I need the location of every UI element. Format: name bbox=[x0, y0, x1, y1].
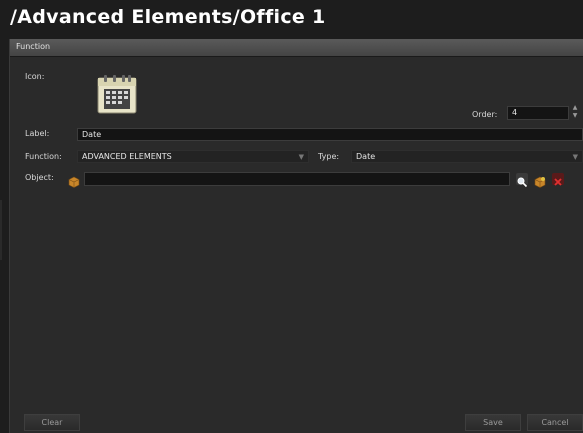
order-input[interactable]: 4 bbox=[507, 106, 569, 120]
type-label: Type: bbox=[318, 152, 340, 161]
window: /Advanced Elements/Office 1 Function Ico… bbox=[0, 0, 583, 433]
search-icon[interactable] bbox=[516, 173, 528, 188]
chevron-down-icon: ▼ bbox=[572, 153, 578, 161]
cancel-button[interactable]: Cancel bbox=[527, 414, 583, 431]
object-label: Object: bbox=[25, 173, 54, 182]
label-input[interactable]: Date bbox=[77, 128, 583, 141]
panel-header: Function bbox=[10, 39, 583, 57]
order-spinner[interactable]: ▲ ▼ bbox=[570, 104, 580, 120]
function-label: Function: bbox=[25, 152, 62, 161]
function-select-value: ADVANCED ELEMENTS bbox=[82, 152, 172, 161]
spinner-up-icon[interactable]: ▲ bbox=[570, 104, 580, 112]
spinner-down-icon[interactable]: ▼ bbox=[570, 112, 580, 120]
package-icon[interactable] bbox=[534, 173, 546, 188]
save-button[interactable]: Save bbox=[465, 414, 521, 431]
type-select-value: Date bbox=[356, 152, 376, 161]
clear-button[interactable]: Clear bbox=[24, 414, 80, 431]
type-select[interactable]: Date ▼ bbox=[351, 150, 583, 163]
label-field-label: Label: bbox=[25, 129, 50, 138]
left-edge-divider bbox=[0, 200, 2, 260]
close-icon[interactable] bbox=[552, 173, 564, 186]
object-input[interactable] bbox=[84, 172, 510, 186]
order-label: Order: bbox=[472, 110, 498, 119]
calendar-icon[interactable] bbox=[97, 74, 137, 114]
page-title: /Advanced Elements/Office 1 bbox=[10, 6, 326, 28]
icon-label: Icon: bbox=[25, 72, 45, 81]
package-icon bbox=[68, 173, 80, 188]
chevron-down-icon: ▼ bbox=[298, 153, 304, 161]
function-select[interactable]: ADVANCED ELEMENTS ▼ bbox=[77, 150, 309, 163]
function-panel: Function bbox=[9, 39, 583, 433]
panel-header-title: Function bbox=[16, 42, 51, 51]
